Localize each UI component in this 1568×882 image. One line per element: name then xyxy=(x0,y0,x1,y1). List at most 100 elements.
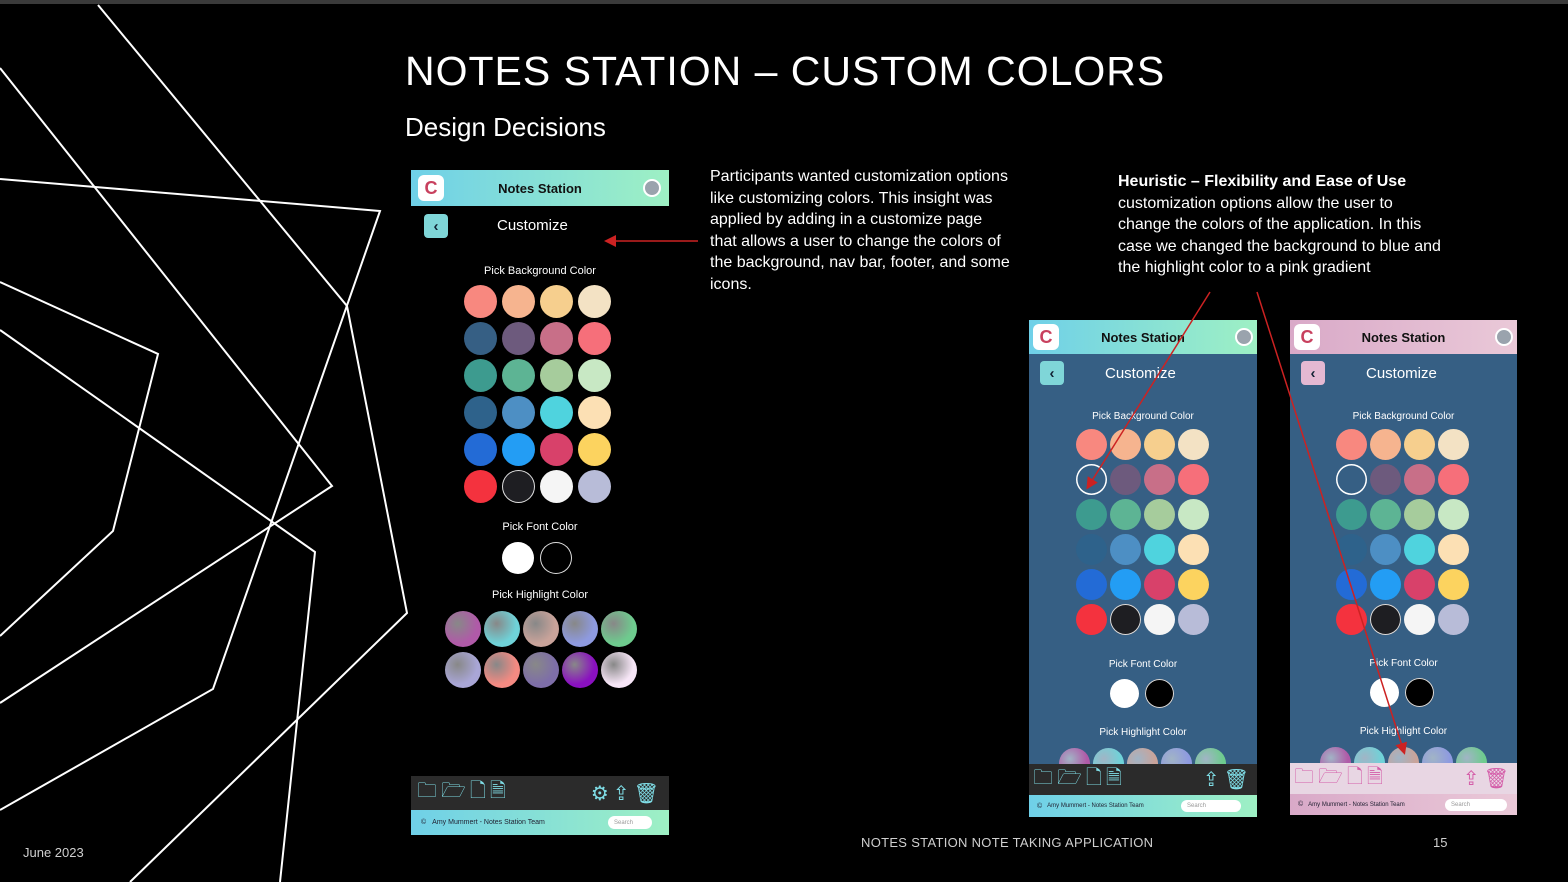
background-color-swatch[interactable] xyxy=(1144,534,1175,565)
highlight-color-swatch[interactable] xyxy=(601,611,637,647)
profile-icon[interactable] xyxy=(1235,328,1253,346)
background-color-swatch[interactable] xyxy=(1076,499,1107,530)
highlight-color-swatch[interactable] xyxy=(562,611,598,647)
background-color-swatch[interactable] xyxy=(1110,534,1141,565)
add-file-icon[interactable]: 🗋 xyxy=(470,776,486,810)
background-color-swatch[interactable] xyxy=(464,359,497,392)
add-folder-icon[interactable]: 🗀 xyxy=(417,776,437,810)
background-color-swatch[interactable] xyxy=(1336,499,1367,530)
background-color-swatch[interactable] xyxy=(464,285,497,318)
background-color-swatch[interactable] xyxy=(1404,464,1435,495)
profile-icon[interactable] xyxy=(643,179,661,197)
font-color-swatch[interactable] xyxy=(1110,679,1139,708)
background-color-swatch[interactable] xyxy=(1144,569,1175,600)
background-color-swatch[interactable] xyxy=(1370,604,1401,635)
background-color-swatch[interactable] xyxy=(1144,499,1175,530)
background-color-swatch[interactable] xyxy=(1178,429,1209,460)
background-color-swatch[interactable] xyxy=(540,433,573,466)
background-color-swatch[interactable] xyxy=(502,396,535,429)
share-icon[interactable]: ⇪ xyxy=(613,781,630,806)
back-button[interactable]: ‹ xyxy=(424,214,448,238)
background-color-swatch[interactable] xyxy=(1438,464,1469,495)
background-color-swatch[interactable] xyxy=(502,433,535,466)
background-color-swatch[interactable] xyxy=(1110,429,1141,460)
settings-icon[interactable]: ⚙ xyxy=(591,781,609,806)
document-icon[interactable]: 🗎 xyxy=(490,776,506,810)
highlight-color-swatch[interactable] xyxy=(601,652,637,688)
highlight-color-swatch[interactable] xyxy=(484,611,520,647)
highlight-color-swatch[interactable] xyxy=(523,652,559,688)
background-color-swatch[interactable] xyxy=(578,322,611,355)
highlight-color-swatch[interactable] xyxy=(1127,748,1158,764)
background-color-swatch[interactable] xyxy=(578,396,611,429)
background-color-swatch[interactable] xyxy=(540,285,573,318)
background-color-swatch[interactable] xyxy=(1110,569,1141,600)
trash-icon[interactable]: 🗑 xyxy=(1224,767,1249,792)
background-color-swatch[interactable] xyxy=(578,359,611,392)
background-color-swatch[interactable] xyxy=(1336,569,1367,600)
background-color-swatch[interactable] xyxy=(1336,604,1367,635)
background-color-swatch[interactable] xyxy=(1076,534,1107,565)
background-color-swatch[interactable] xyxy=(1438,429,1469,460)
background-color-swatch[interactable] xyxy=(1370,499,1401,530)
folder-icon[interactable]: 🗁 xyxy=(1057,763,1082,797)
profile-icon[interactable] xyxy=(1495,328,1513,346)
background-color-swatch[interactable] xyxy=(1110,499,1141,530)
background-color-swatch[interactable] xyxy=(502,470,535,503)
background-color-swatch[interactable] xyxy=(464,396,497,429)
background-color-swatch[interactable] xyxy=(1438,569,1469,600)
background-color-swatch[interactable] xyxy=(1076,464,1107,495)
search-input[interactable]: Search xyxy=(1181,800,1241,812)
document-icon[interactable]: 🗎 xyxy=(1367,762,1383,796)
back-button[interactable]: ‹ xyxy=(1301,361,1325,385)
font-color-swatch[interactable] xyxy=(540,542,572,574)
font-color-swatch[interactable] xyxy=(502,542,534,574)
add-folder-icon[interactable]: 🗀 xyxy=(1033,763,1053,797)
app-logo-icon[interactable]: C xyxy=(1033,324,1059,350)
background-color-swatch[interactable] xyxy=(1178,604,1209,635)
highlight-color-swatch[interactable] xyxy=(1161,748,1192,764)
highlight-color-swatch[interactable] xyxy=(1388,747,1419,763)
background-color-swatch[interactable] xyxy=(1144,604,1175,635)
add-file-icon[interactable]: 🗋 xyxy=(1086,763,1102,797)
folder-icon[interactable]: 🗁 xyxy=(441,776,466,810)
background-color-swatch[interactable] xyxy=(1336,464,1367,495)
highlight-color-swatch[interactable] xyxy=(562,652,598,688)
search-input[interactable]: Search xyxy=(608,816,652,829)
add-folder-icon[interactable]: 🗀 xyxy=(1294,762,1314,796)
highlight-color-swatch[interactable] xyxy=(1422,747,1453,763)
search-input[interactable]: Search xyxy=(1445,799,1507,811)
background-color-swatch[interactable] xyxy=(540,470,573,503)
highlight-color-swatch[interactable] xyxy=(484,652,520,688)
share-icon[interactable]: ⇪ xyxy=(1463,766,1480,791)
background-color-swatch[interactable] xyxy=(1370,569,1401,600)
background-color-swatch[interactable] xyxy=(1336,534,1367,565)
background-color-swatch[interactable] xyxy=(1144,464,1175,495)
background-color-swatch[interactable] xyxy=(1076,604,1107,635)
background-color-swatch[interactable] xyxy=(1370,429,1401,460)
background-color-swatch[interactable] xyxy=(540,359,573,392)
share-icon[interactable]: ⇪ xyxy=(1203,767,1220,792)
background-color-swatch[interactable] xyxy=(540,396,573,429)
background-color-swatch[interactable] xyxy=(1370,464,1401,495)
background-color-swatch[interactable] xyxy=(1178,499,1209,530)
background-color-swatch[interactable] xyxy=(464,470,497,503)
background-color-swatch[interactable] xyxy=(464,433,497,466)
document-icon[interactable]: 🗎 xyxy=(1106,763,1122,797)
background-color-swatch[interactable] xyxy=(1144,429,1175,460)
background-color-swatch[interactable] xyxy=(540,322,573,355)
highlight-color-swatch[interactable] xyxy=(445,652,481,688)
background-color-swatch[interactable] xyxy=(1076,429,1107,460)
background-color-swatch[interactable] xyxy=(1178,464,1209,495)
back-button[interactable]: ‹ xyxy=(1040,361,1064,385)
background-color-swatch[interactable] xyxy=(578,285,611,318)
background-color-swatch[interactable] xyxy=(1438,604,1469,635)
background-color-swatch[interactable] xyxy=(464,322,497,355)
background-color-swatch[interactable] xyxy=(1178,534,1209,565)
background-color-swatch[interactable] xyxy=(1404,604,1435,635)
app-logo-icon[interactable]: C xyxy=(418,175,444,201)
background-color-swatch[interactable] xyxy=(1404,569,1435,600)
background-color-swatch[interactable] xyxy=(1370,534,1401,565)
background-color-swatch[interactable] xyxy=(1404,429,1435,460)
highlight-color-swatch[interactable] xyxy=(1195,748,1226,764)
